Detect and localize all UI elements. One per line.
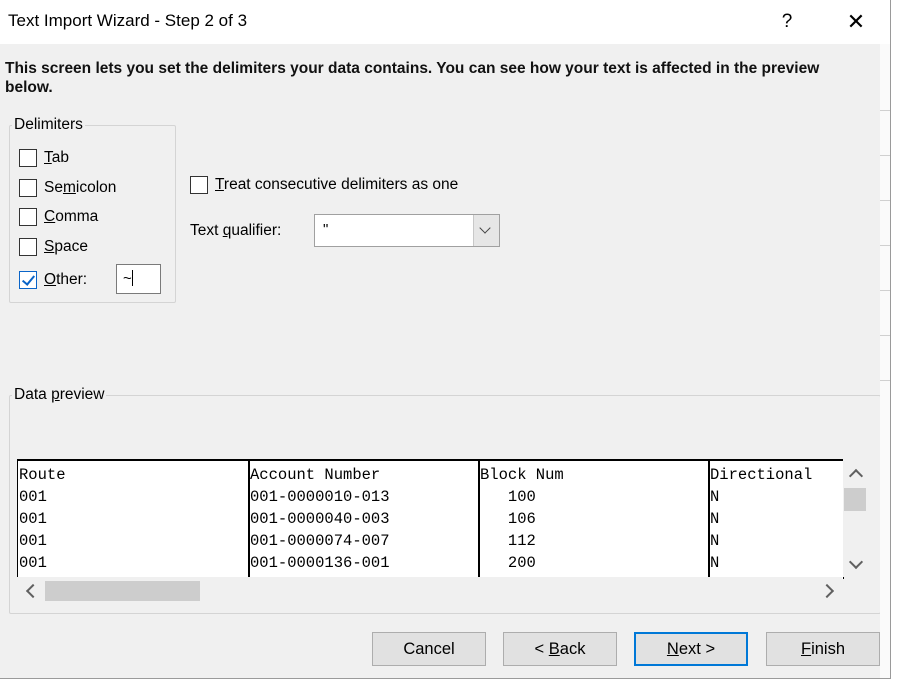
table-cell: 001-0000074-007 (250, 532, 390, 550)
divider (880, 380, 890, 381)
data-preview-legend: Data preview (12, 386, 107, 404)
table-cell: 100 (480, 488, 536, 506)
comma-label: Comma (44, 208, 99, 225)
table-cell: N (710, 510, 720, 528)
text-qualifier-label: Text qualifier: (190, 222, 282, 239)
text-import-wizard-dialog: Text Import Wizard - Step 2 of 3 ? ✕ Thi… (0, 0, 891, 679)
column-header: Account Number (250, 466, 381, 484)
instructions-text: This screen lets you set the delimiters … (5, 60, 820, 96)
vertical-scrollbar[interactable] (843, 459, 868, 577)
table-cell: 200 (480, 554, 536, 572)
other-checkbox[interactable] (19, 271, 37, 289)
scroll-right-icon[interactable] (819, 583, 835, 599)
table-cell: 001-0000040-003 (250, 510, 390, 528)
cancel-button[interactable]: Cancel (372, 632, 486, 666)
close-button[interactable]: ✕ (838, 6, 874, 38)
column-header: Route (19, 466, 66, 484)
other-checkbox-row[interactable]: Other: (19, 269, 87, 291)
finish-button[interactable]: Finish (766, 632, 880, 666)
space-label: Space (44, 238, 88, 255)
space-checkbox-row[interactable]: Space (19, 236, 88, 258)
text-cursor (131, 270, 133, 286)
data-preview-grid[interactable]: Route 001 001 001 001 Account Number 001… (17, 459, 844, 579)
horizontal-scrollbar[interactable] (17, 577, 842, 605)
table-cell: 112 (480, 532, 536, 550)
vertical-scroll-thumb[interactable] (844, 488, 866, 511)
next-button[interactable]: Next > (634, 632, 748, 666)
preview-column-directional[interactable]: Directional N N N N (710, 461, 843, 579)
table-cell: 001 (19, 510, 47, 528)
table-cell: N (710, 554, 720, 572)
semicolon-checkbox[interactable] (19, 179, 37, 197)
other-label: Other: (44, 271, 88, 288)
text-qualifier-dropdown[interactable]: " (314, 214, 500, 247)
table-cell: 001 (19, 532, 47, 550)
divider (880, 245, 890, 246)
scroll-up-icon[interactable] (848, 468, 864, 484)
table-cell: 001-0000010-013 (250, 488, 390, 506)
title-bar: Text Import Wizard - Step 2 of 3 ? ✕ (0, 0, 890, 44)
chevron-down-icon[interactable] (473, 215, 499, 246)
semicolon-checkbox-row[interactable]: Semicolon (19, 177, 116, 199)
divider (880, 110, 890, 111)
preview-column-block-num[interactable]: Block Num 100 106 112 200 (480, 461, 708, 579)
horizontal-scroll-thumb[interactable] (45, 581, 200, 601)
tab-label: Tab (44, 149, 69, 166)
help-button[interactable]: ? (770, 6, 804, 38)
treat-consecutive-label: Treat consecutive delimiters as one (215, 176, 459, 193)
comma-checkbox-row[interactable]: Comma (19, 206, 98, 228)
space-checkbox[interactable] (19, 238, 37, 256)
divider (880, 290, 890, 291)
divider (880, 155, 890, 156)
back-button[interactable]: < Back (503, 632, 617, 666)
window-title: Text Import Wizard - Step 2 of 3 (8, 11, 248, 30)
tab-checkbox[interactable] (19, 149, 37, 167)
column-header: Directional (710, 466, 813, 484)
preview-column-route[interactable]: Route 001 001 001 001 (18, 461, 248, 579)
tab-checkbox-row[interactable]: Tab (19, 147, 69, 169)
table-cell: 106 (480, 510, 536, 528)
table-cell: 001 (19, 488, 47, 506)
divider (880, 335, 890, 336)
table-cell: N (710, 488, 720, 506)
table-cell: 001 (19, 554, 47, 572)
column-header: Block Num (480, 466, 564, 484)
table-cell: 001-0000136-001 (250, 554, 390, 572)
other-delimiter-input[interactable]: ~ (116, 264, 161, 294)
treat-consecutive-checkbox[interactable] (190, 176, 208, 194)
delimiters-legend: Delimiters (12, 116, 85, 134)
scroll-down-icon[interactable] (848, 554, 864, 570)
comma-checkbox[interactable] (19, 208, 37, 226)
divider (880, 200, 890, 201)
background-window-edge (880, 44, 890, 678)
semicolon-label: Semicolon (44, 179, 117, 196)
text-qualifier-value: " (323, 221, 329, 238)
treat-consecutive-checkbox-row[interactable]: Treat consecutive delimiters as one (190, 174, 458, 196)
table-cell: N (710, 532, 720, 550)
preview-column-account-number[interactable]: Account Number 001-0000010-013 001-00000… (250, 461, 478, 579)
scroll-left-icon[interactable] (25, 583, 41, 599)
